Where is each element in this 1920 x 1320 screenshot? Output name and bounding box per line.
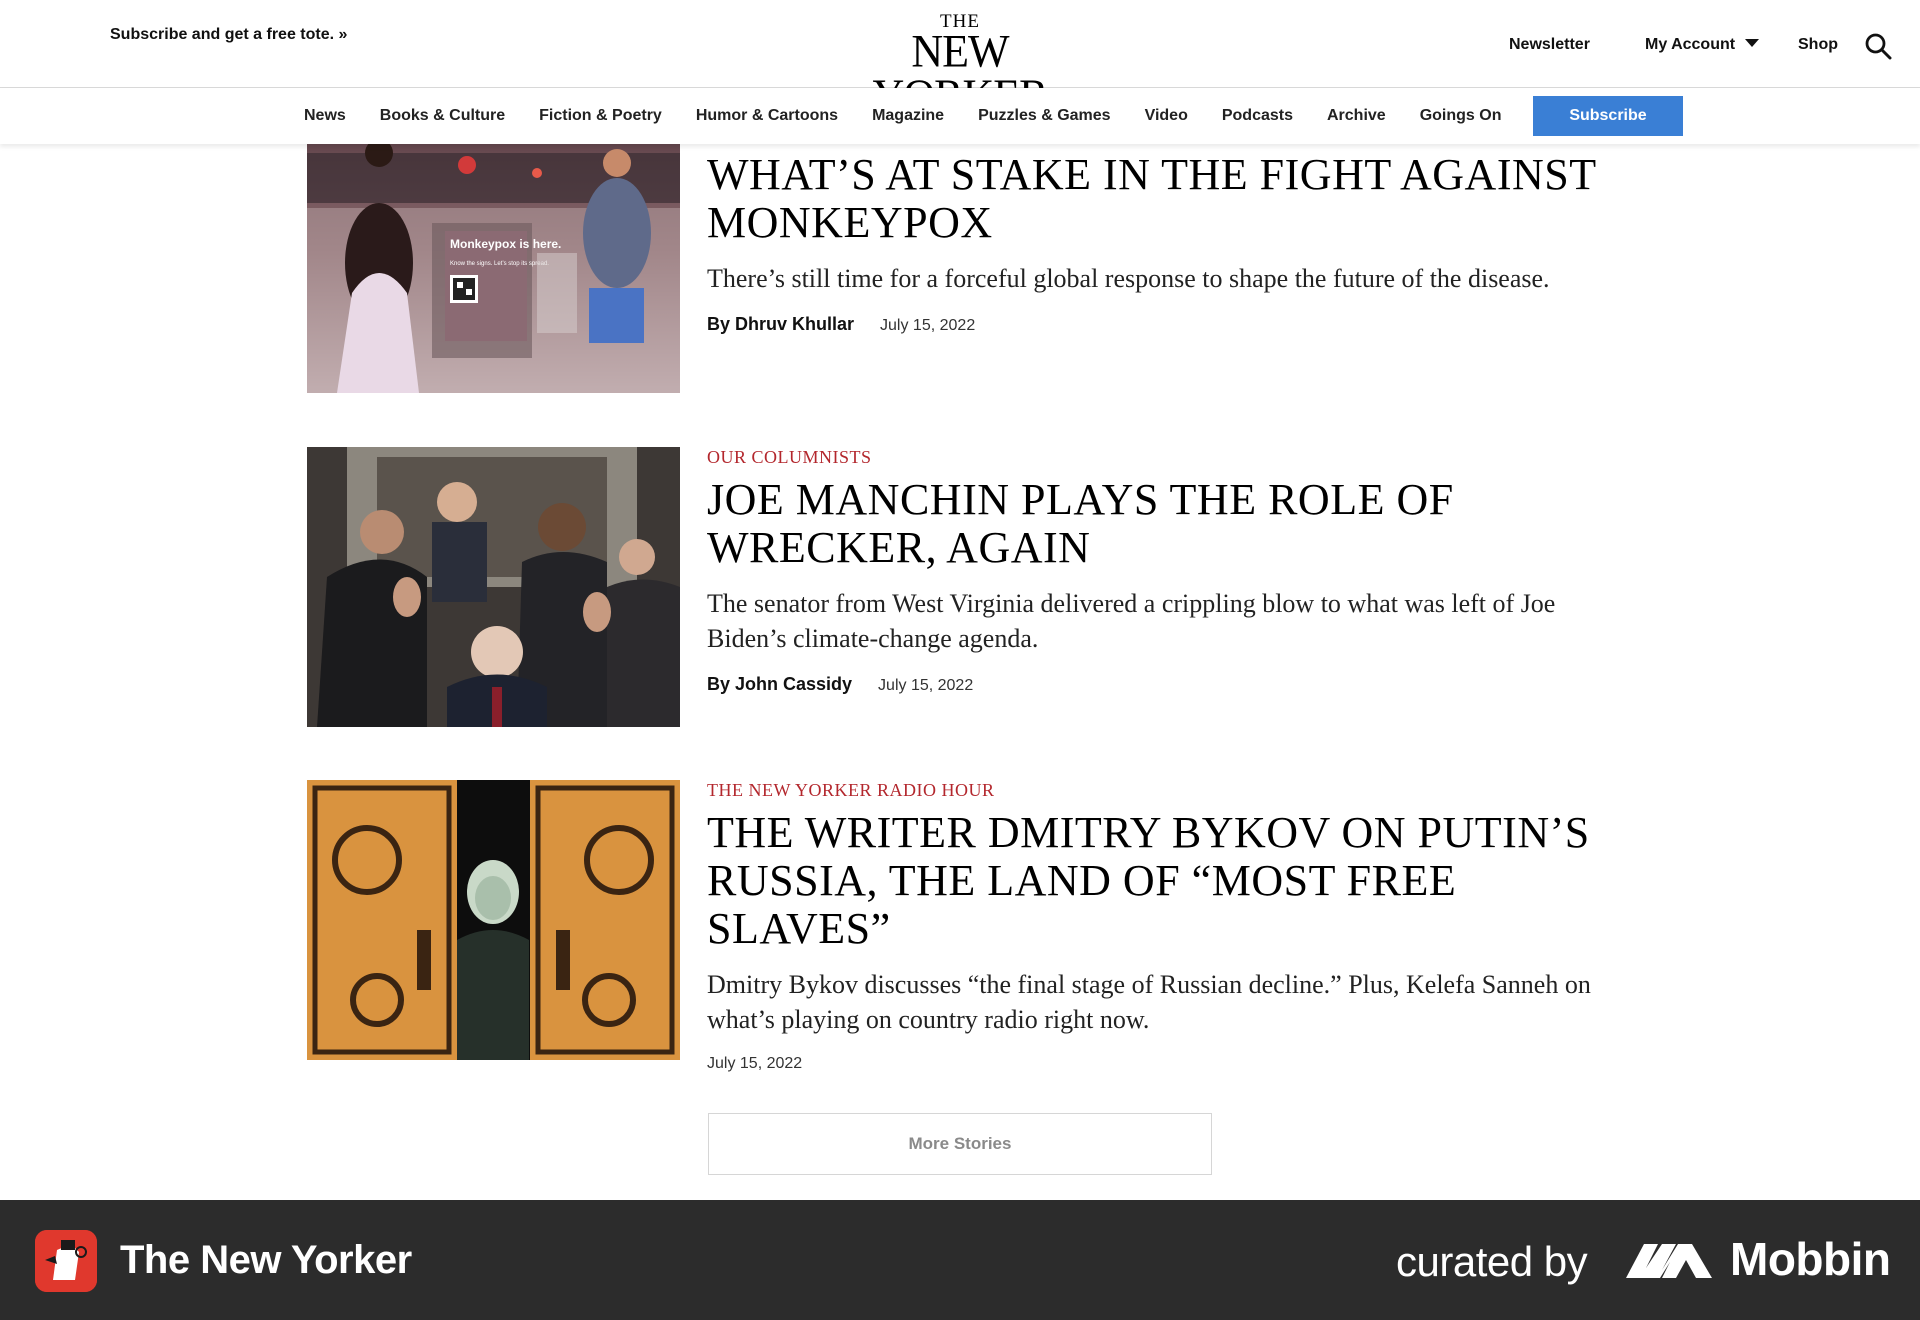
article-image-manchin[interactable] [307, 447, 680, 727]
article-image-monkeypox[interactable]: Monkeypox is here. Know the signs. Let’s… [307, 113, 680, 393]
article-rubric[interactable]: The New Yorker Radio Hour [707, 780, 1627, 801]
nav-item-humor-cartoons[interactable]: Humor & Cartoons [696, 107, 838, 125]
article-meta: By Dhruv Khullar July 15, 2022 [707, 314, 1627, 335]
nav-item-fiction-poetry[interactable]: Fiction & Poetry [539, 107, 662, 125]
article-date: July 15, 2022 [880, 317, 976, 334]
nav-items: News Books & Culture Fiction & Poetry Hu… [304, 88, 1535, 144]
nav-item-books-culture[interactable]: Books & Culture [380, 107, 505, 125]
mobbin-footer: The New Yorker curated by Mobbin [0, 1200, 1920, 1320]
article-dek: There’s still time for a forceful global… [707, 264, 1550, 293]
article-text: What’s at Stake in the Fight Against Mon… [707, 151, 1627, 335]
article-headline[interactable]: The Writer Dmitry Bykov on Putin’s Russi… [707, 809, 1627, 953]
article-dek: Dmitry Bykov discusses “the final stage … [707, 970, 1591, 1034]
more-stories-button[interactable]: More Stories [708, 1113, 1212, 1175]
shop-link[interactable]: Shop [1798, 36, 1838, 54]
article-meta: July 15, 2022 [707, 1055, 1627, 1073]
article-text: The New Yorker Radio Hour The Writer Dmi… [707, 780, 1627, 1073]
search-icon[interactable] [1864, 32, 1892, 60]
subscribe-button[interactable]: Subscribe [1533, 96, 1683, 136]
subscribe-promo-link[interactable]: Subscribe and get a free tote. » [110, 26, 347, 44]
article-byline[interactable]: By John Cassidy [707, 674, 852, 695]
article-dek: The senator from West Virginia delivered… [707, 589, 1556, 653]
article-rubric[interactable]: Our Columnists [707, 447, 1627, 468]
app-name: The New Yorker [120, 1238, 412, 1282]
nav-item-goings-on[interactable]: Goings On [1420, 107, 1502, 125]
article-text: Our Columnists Joe Manchin Plays the Rol… [707, 447, 1627, 695]
main-nav: News Books & Culture Fiction & Poetry Hu… [0, 88, 1920, 144]
image-sign-text: Monkeypox is here. [450, 237, 561, 251]
chevron-down-icon [1745, 39, 1760, 47]
newsletter-link[interactable]: Newsletter [1509, 36, 1590, 54]
nav-item-news[interactable]: News [304, 107, 346, 125]
curated-by-label: curated by [1396, 1238, 1588, 1285]
new-yorker-app-icon [35, 1230, 97, 1292]
article-meta: By John Cassidy July 15, 2022 [707, 674, 1627, 695]
article-headline[interactable]: What’s at Stake in the Fight Against Mon… [707, 151, 1627, 247]
article-date: July 15, 2022 [878, 677, 974, 694]
nav-item-video[interactable]: Video [1145, 107, 1188, 125]
mobbin-brand: Mobbin [1730, 1233, 1891, 1285]
my-account-label: My Account [1645, 36, 1736, 53]
image-sign-small-text: Know the signs. Let’s stop its spread. [450, 261, 549, 267]
nav-item-magazine[interactable]: Magazine [872, 107, 944, 125]
article-byline[interactable]: By Dhruv Khullar [707, 314, 854, 335]
nav-item-puzzles-games[interactable]: Puzzles & Games [978, 107, 1111, 125]
article-headline[interactable]: Joe Manchin Plays the Role of Wrecker, A… [707, 476, 1627, 572]
nav-item-podcasts[interactable]: Podcasts [1222, 107, 1293, 125]
article-date: July 15, 2022 [707, 1055, 803, 1072]
my-account-menu[interactable]: My Account [1645, 36, 1760, 54]
nav-item-archive[interactable]: Archive [1327, 107, 1386, 125]
mobbin-logo-icon [1626, 1238, 1716, 1282]
article-image-bykov[interactable] [307, 780, 680, 1060]
site-header: Subscribe and get a free tote. » THE NEW… [0, 0, 1920, 119]
